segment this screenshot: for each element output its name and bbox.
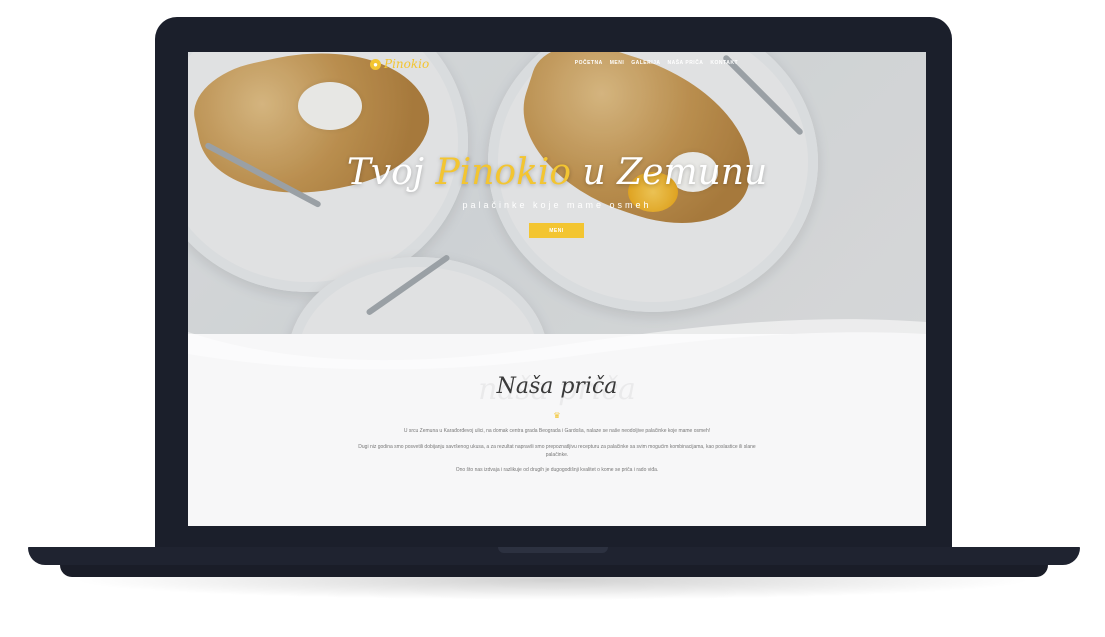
pinocchio-logo-icon: ● [370, 58, 381, 70]
story-paragraph: Ono što nas izdvaja i razlikuje od drugi… [455, 467, 659, 473]
main-nav: POČETNA MENI GALERIJA NAŠA PRIČA KONTAKT [575, 60, 738, 66]
site-logo[interactable]: ● Pinokio [370, 57, 429, 71]
menu-button[interactable]: MENI [529, 223, 584, 238]
story-title: Naša priča [496, 374, 618, 399]
logo-text: Pinokio [384, 57, 430, 71]
hero-title-part2: u Zemunu [571, 152, 768, 193]
nav-item-nasa-prica[interactable]: NAŠA PRIČA [667, 60, 703, 66]
story-paragraph: U srcu Zemuna u Karađorđevoj ulici, na d… [403, 428, 711, 434]
nav-item-kontakt[interactable]: KONTAKT [710, 60, 738, 66]
nav-item-pocetna[interactable]: POČETNA [575, 60, 603, 66]
laptop-notch [498, 547, 608, 553]
laptop-base-bottom [60, 565, 1048, 577]
laptop-screen: ● Pinokio POČETNA MENI GALERIJA NAŠA PRI… [188, 52, 926, 526]
hero-subtitle: palačinke koje mame osmeh [462, 200, 652, 210]
crown-icon: ♛ [553, 411, 561, 420]
nav-item-meni[interactable]: MENI [610, 60, 625, 66]
hero-title-part1: Tvoj [346, 152, 436, 193]
story-paragraph: Dugi niz godina smo posvetili dobijanju … [358, 444, 756, 458]
nav-item-galerija[interactable]: GALERIJA [631, 60, 660, 66]
hero-title: Tvoj Pinokio u Zemunu [188, 152, 926, 193]
our-story-section: naša priča Naša priča ♛ U srcu Zemuna u … [188, 334, 926, 526]
hero-title-accent: Pinokio [435, 152, 572, 193]
